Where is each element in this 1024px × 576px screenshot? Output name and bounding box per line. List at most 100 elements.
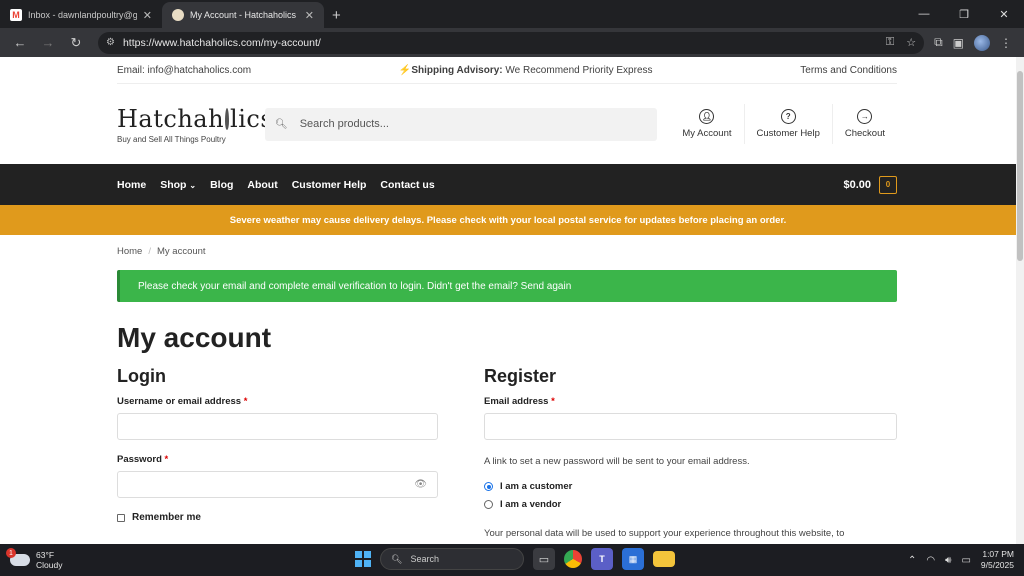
profile-avatar[interactable]: [974, 34, 990, 51]
site-logo[interactable]: Hatchah lics Buy and Sell All Things Poul…: [117, 105, 273, 144]
help-icon: ?: [780, 109, 796, 124]
close-tab-icon[interactable]: ✕: [305, 9, 314, 22]
bookmark-star-icon[interactable]: ☆: [906, 36, 916, 49]
nav-customer-help[interactable]: Customer Help: [292, 179, 367, 191]
password-key-icon[interactable]: ⚿: [886, 36, 894, 49]
privacy-text: Your personal data will be used to suppo…: [484, 528, 845, 539]
role-customer-radio[interactable]: [484, 482, 493, 491]
contact-email: Email: info@hatchaholics.com: [117, 64, 252, 76]
remember-me-checkbox[interactable]: [117, 513, 125, 522]
chevron-up-icon[interactable]: ⌃: [908, 555, 916, 566]
password-label: Password *: [117, 454, 169, 465]
customer-help-link[interactable]: ? Customer Help: [743, 104, 832, 144]
teams-icon[interactable]: T: [591, 548, 613, 570]
browser-toolbar: ← → ↻ ⚙ https://www.hatchaholics.com/my-…: [0, 28, 1024, 57]
username-input[interactable]: [117, 413, 438, 440]
role-vendor-option[interactable]: I am a vendor: [484, 499, 897, 510]
wifi-icon[interactable]: ◠: [926, 555, 935, 566]
search-icon: 🔍︎: [275, 118, 288, 130]
volume-icon[interactable]: 🔊︎: [945, 555, 951, 566]
weather-alert-banner: Severe weather may cause delivery delays…: [0, 205, 1016, 235]
tab-title: My Account - Hatchaholics: [190, 10, 297, 20]
register-heading: Register: [484, 366, 557, 386]
checkout-link[interactable]: → Checkout: [831, 104, 897, 144]
task-view-icon[interactable]: ▭: [533, 548, 555, 570]
weather-widget[interactable]: 1 63°F Cloudy: [0, 548, 120, 570]
site-header: Hatchah lics Buy and Sell All Things Poul…: [117, 84, 897, 164]
weather-condition: Cloudy: [36, 560, 63, 570]
store-icon[interactable]: ▦: [622, 548, 644, 570]
shipping-advisory: ⚡Shipping Advisory: We Recommend Priorit…: [398, 64, 653, 76]
role-customer-option[interactable]: I am a customer: [484, 481, 897, 492]
restore-icon[interactable]: ❐: [944, 0, 984, 28]
weather-badge: 1: [6, 548, 16, 558]
close-window-icon[interactable]: ✕: [984, 0, 1024, 28]
lightning-icon: ⚡: [398, 64, 412, 76]
hatchaholics-favicon: [172, 9, 184, 21]
remember-me-row[interactable]: Remember me: [117, 512, 438, 523]
reload-icon[interactable]: ↻: [64, 31, 88, 55]
top-info-bar: Email: info@hatchaholics.com ⚡Shipping A…: [117, 57, 897, 84]
page-viewport: Email: info@hatchaholics.com ⚡Shipping A…: [0, 57, 1016, 544]
nav-shop[interactable]: Shop ⌄: [160, 179, 196, 191]
site-info-icon[interactable]: ⚙: [106, 37, 115, 48]
os-taskbar: 1 63°F Cloudy 🔍︎ Search ▭ T ▦ ⌃ ◠ 🔊︎ ▭ 1:…: [0, 544, 1024, 576]
cart-total: $0.00: [843, 178, 871, 191]
role-vendor-radio[interactable]: [484, 500, 493, 509]
file-explorer-icon[interactable]: [653, 551, 675, 567]
windows-start-icon[interactable]: [355, 551, 371, 567]
password-input[interactable]: 👁︎: [117, 471, 438, 498]
chrome-icon[interactable]: [564, 550, 582, 568]
system-tray: ⌃ ◠ 🔊︎ ▭ 1:07 PM 9/5/2025: [908, 544, 1014, 576]
cloud-icon: 1: [6, 548, 30, 566]
close-tab-icon[interactable]: ✕: [143, 9, 152, 22]
back-icon[interactable]: ←: [8, 31, 32, 55]
nav-home[interactable]: Home: [117, 179, 146, 191]
tab-inbox[interactable]: M Inbox - dawnlandpoultry@gma ✕: [0, 2, 162, 28]
battery-icon[interactable]: ▭: [961, 555, 970, 566]
extensions-icon[interactable]: ⧉: [934, 35, 943, 50]
browser-tab-bar: M Inbox - dawnlandpoultry@gma ✕ My Accou…: [0, 0, 1024, 28]
taskbar-search[interactable]: 🔍︎ Search: [380, 548, 524, 570]
search-input[interactable]: 🔍︎ Search products...: [265, 107, 657, 141]
nav-about[interactable]: About: [247, 179, 277, 191]
register-email-label: Email address *: [484, 396, 555, 407]
scrollbar-thumb[interactable]: [1017, 71, 1023, 261]
login-heading: Login: [117, 366, 166, 386]
nav-contact[interactable]: Contact us: [380, 179, 434, 191]
forward-icon[interactable]: →: [36, 31, 60, 55]
weather-temp: 63°F: [36, 550, 55, 560]
username-label: Username or email address *: [117, 396, 248, 407]
arrow-right-circle-icon: →: [857, 109, 873, 124]
address-bar[interactable]: ⚙ https://www.hatchaholics.com/my-accoun…: [98, 31, 925, 54]
cart-count-badge: 0: [879, 175, 897, 194]
gmail-icon: M: [10, 9, 22, 21]
register-form: Register Email address * A link to set a…: [484, 366, 897, 539]
password-hint: A link to set a new password will be sen…: [484, 456, 750, 467]
side-panel-icon[interactable]: ▣: [953, 36, 964, 50]
register-email-input[interactable]: [484, 413, 897, 440]
breadcrumb: Home / My account: [117, 246, 206, 257]
new-tab-button[interactable]: +: [324, 7, 349, 28]
cart-button[interactable]: $0.00 0: [843, 175, 897, 194]
breadcrumb-current: My account: [156, 246, 206, 257]
minimize-icon[interactable]: —: [904, 0, 944, 28]
show-password-icon[interactable]: 👁︎: [414, 479, 427, 490]
search-placeholder: Search products...: [299, 118, 389, 130]
egg-logo-icon: [225, 107, 230, 130]
main-navigation: Home Shop ⌄ Blog About Customer Help Con…: [0, 164, 1016, 205]
clock[interactable]: 1:07 PM 9/5/2025: [981, 549, 1014, 571]
menu-kebab-icon[interactable]: ⋮: [1000, 36, 1012, 50]
page-scrollbar[interactable]: [1016, 57, 1024, 544]
chevron-down-icon: ⌄: [189, 180, 197, 190]
page-title: My account: [117, 322, 272, 353]
tab-my-account[interactable]: My Account - Hatchaholics ✕: [162, 2, 324, 28]
logo-tagline: Buy and Sell All Things Poultry: [117, 134, 226, 144]
search-icon: 🔍︎: [391, 553, 403, 564]
breadcrumb-home[interactable]: Home: [117, 246, 142, 257]
my-account-link[interactable]: 👤︎ My Account: [670, 104, 743, 144]
terms-link[interactable]: Terms and Conditions: [800, 65, 897, 76]
nav-blog[interactable]: Blog: [210, 179, 233, 191]
remember-me-label: Remember me: [132, 512, 201, 523]
url-text[interactable]: https://www.hatchaholics.com/my-account/: [123, 37, 878, 49]
